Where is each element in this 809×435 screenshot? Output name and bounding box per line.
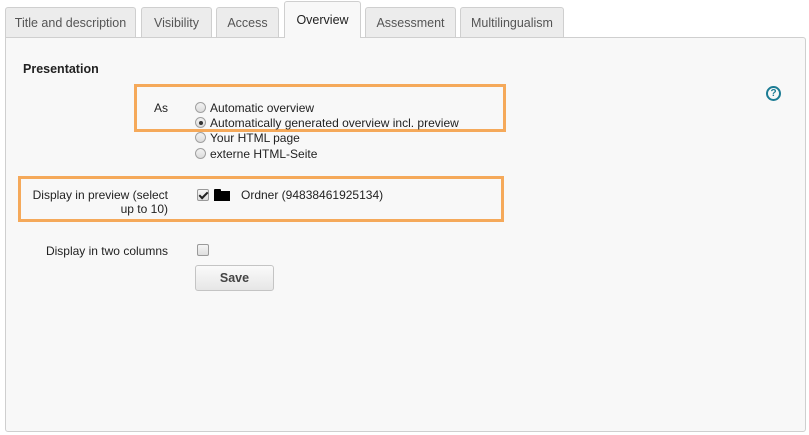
preview-item-label: Ordner (94838461925134): [241, 188, 384, 202]
tab-access[interactable]: Access: [216, 7, 279, 37]
two-columns-checkbox[interactable]: [197, 244, 209, 256]
tab-title-and-description[interactable]: Title and description: [5, 7, 136, 37]
radio-automatic-overview[interactable]: Automatic overview: [195, 100, 314, 115]
tab-bar: Title and description Visibility Access …: [5, 0, 806, 38]
overview-panel: Presentation ? As Automatic overview Aut…: [5, 37, 806, 432]
display-in-preview-label-line2: up to 10): [120, 202, 168, 216]
radio-label: Automatically generated overview incl. p…: [210, 115, 459, 130]
tab-visibility[interactable]: Visibility: [141, 7, 212, 37]
save-button[interactable]: Save: [195, 265, 274, 291]
radio-automatic-overview-with-preview[interactable]: Automatically generated overview incl. p…: [195, 115, 459, 130]
radio-label: Your HTML page: [210, 130, 300, 145]
tab-multilingualism[interactable]: Multilingualism: [460, 7, 564, 37]
tab-overview[interactable]: Overview: [284, 1, 361, 38]
two-columns-label: Display in two columns: [45, 244, 168, 258]
question-circle-icon[interactable]: ?: [766, 86, 781, 101]
radio-external-html-page[interactable]: externe HTML-Seite: [195, 146, 317, 161]
section-title: Presentation: [23, 62, 99, 76]
tab-assessment[interactable]: Assessment: [365, 7, 456, 37]
radio-your-html-page[interactable]: Your HTML page: [195, 130, 300, 145]
preview-item-checkbox[interactable]: [197, 189, 209, 201]
radio-label: Automatic overview: [210, 100, 315, 115]
folder-icon: [214, 189, 230, 201]
radio-button[interactable]: [195, 102, 206, 113]
display-in-preview-label-line1: Display in preview (select: [32, 188, 168, 202]
radio-button[interactable]: [195, 132, 206, 143]
as-label: As: [153, 101, 168, 115]
radio-button[interactable]: [195, 148, 206, 159]
radio-label: externe HTML-Seite: [210, 146, 318, 161]
display-in-preview-label: Display in preview (select up to 10): [22, 188, 168, 216]
radio-button-selected[interactable]: [195, 117, 206, 128]
